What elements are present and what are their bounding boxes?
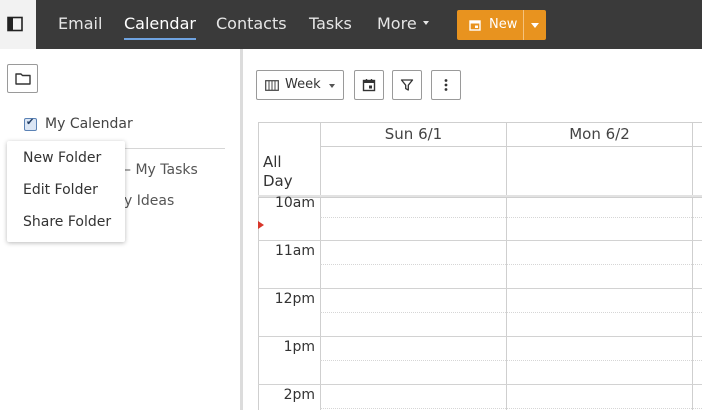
nav-tasks[interactable]: Tasks [309, 13, 352, 35]
header-divider [320, 146, 702, 147]
grid-column-line [692, 123, 693, 410]
half-hour-line [320, 360, 702, 361]
calendar-today-icon [362, 79, 376, 92]
folder-menu-button[interactable] [7, 64, 38, 93]
grid-column-line [320, 123, 321, 410]
all-day-label: All Day [263, 153, 293, 190]
my-calendar-checkbox[interactable] [24, 117, 37, 131]
time-label-11am: 11am [274, 243, 315, 259]
filter-button[interactable] [392, 70, 422, 100]
panel-resize-handle[interactable] [240, 49, 243, 410]
my-tasks-label[interactable]: – My Tasks [124, 162, 198, 178]
calendar-icon [469, 20, 481, 31]
half-hour-line [320, 264, 702, 265]
more-vertical-icon [444, 79, 448, 91]
nav-email[interactable]: Email [58, 13, 102, 35]
chevron-down-icon [422, 20, 429, 25]
nav-contacts[interactable]: Contacts [216, 13, 287, 35]
new-dropdown-button[interactable] [524, 10, 546, 40]
hour-line [258, 240, 702, 241]
my-ideas-label[interactable]: y Ideas [124, 193, 174, 209]
time-label-2pm: 2pm [283, 387, 315, 403]
menu-item-share-folder[interactable]: Share Folder [23, 214, 111, 230]
filter-icon [400, 79, 414, 91]
new-button-label: New [489, 17, 518, 32]
view-select-label: Week [285, 77, 321, 92]
nav-more[interactable]: More [377, 13, 429, 35]
top-nav-bar: Email Calendar Contacts Tasks More New [0, 0, 702, 49]
week-view-icon [265, 80, 279, 91]
time-label-1pm: 1pm [283, 339, 315, 355]
folder-divider [120, 148, 225, 149]
grid-column-line [258, 123, 259, 410]
hour-line [258, 384, 702, 385]
my-calendar-label[interactable]: My Calendar [45, 116, 133, 132]
half-hour-line [320, 217, 702, 218]
time-label-12pm: 12pm [274, 291, 315, 307]
caret-down-icon [531, 23, 539, 28]
folder-context-menu: New Folder Edit Folder Share Folder [7, 141, 125, 242]
half-hour-line [320, 408, 702, 409]
menu-item-new-folder[interactable]: New Folder [23, 150, 101, 166]
new-split-button: New [457, 10, 546, 40]
more-options-button[interactable] [431, 70, 461, 100]
day-header-mon[interactable]: Mon 6/2 [507, 123, 692, 147]
view-select-button[interactable]: Week [256, 70, 344, 100]
menu-item-edit-folder[interactable]: Edit Folder [23, 182, 98, 198]
day-header-sun[interactable]: Sun 6/1 [321, 123, 506, 147]
folder-icon [15, 73, 31, 85]
sidebar-toggle-button[interactable] [0, 0, 36, 49]
grid-column-line [506, 123, 507, 410]
current-time-marker [258, 221, 264, 229]
all-day-divider [258, 195, 702, 198]
nav-calendar[interactable]: Calendar [124, 13, 196, 40]
new-button[interactable]: New [457, 10, 523, 40]
hour-line [258, 336, 702, 337]
hour-line [258, 288, 702, 289]
today-button[interactable] [354, 70, 384, 100]
sidebar-toggle-icon [7, 16, 23, 32]
chevron-down-icon [329, 84, 335, 88]
week-calendar-grid: Sun 6/1 Mon 6/2 All Day 10am 11am 12pm 1… [258, 122, 702, 410]
time-label-10am: 10am [274, 195, 315, 211]
half-hour-line [320, 312, 702, 313]
